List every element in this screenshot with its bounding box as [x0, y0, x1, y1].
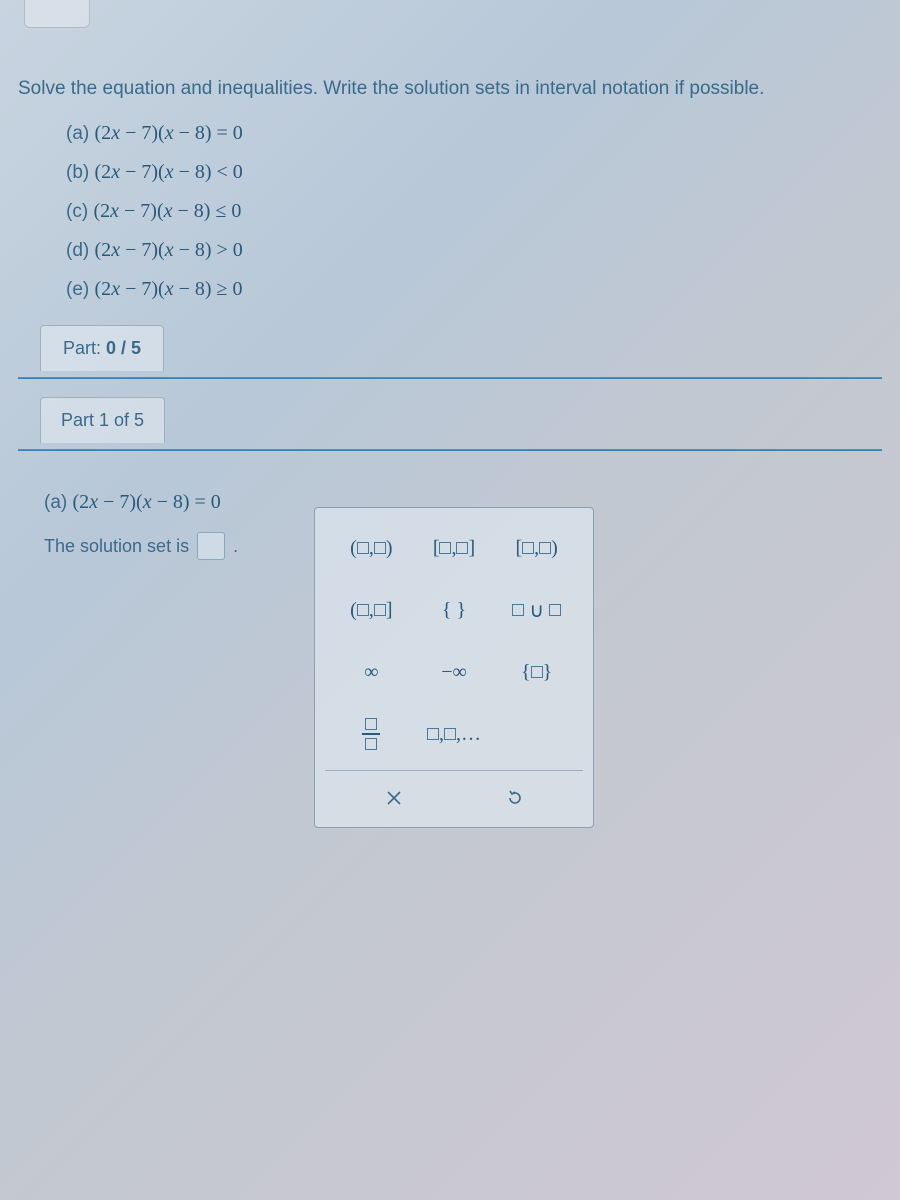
list-button[interactable]: ,,…	[419, 712, 489, 756]
divider-1	[18, 377, 882, 379]
problem-b: (b) (2x − 7)(x − 8) < 0	[66, 161, 882, 184]
infinity-button[interactable]: ∞	[336, 650, 406, 694]
interval-closed-closed-button[interactable]: [,]	[419, 526, 489, 570]
close-icon	[385, 789, 403, 807]
problem-c: (c) (2x − 7)(x − 8) ≤ 0	[66, 200, 882, 223]
answer-suffix: .	[233, 536, 238, 557]
interval-open-closed-button[interactable]: (,]	[336, 588, 406, 632]
reset-button[interactable]	[490, 781, 540, 815]
answer-area: (a) (2x − 7)(x − 8) = 0 The solution set…	[18, 451, 882, 560]
empty-braces-button[interactable]: { }	[419, 588, 489, 632]
problem-e-expr: (2x − 7)(x − 8) ≥ 0	[95, 278, 243, 300]
current-label: (a)	[44, 492, 67, 513]
part-header: Part 1 of 5	[40, 397, 165, 443]
problem-list: (a) (2x − 7)(x − 8) = 0 (b) (2x − 7)(x −…	[18, 122, 882, 301]
problem-d-label: (d)	[66, 240, 89, 261]
problem-a: (a) (2x − 7)(x − 8) = 0	[66, 122, 882, 145]
symbol-palette: (,) [,] [,) (,] { } ∪ ∞	[314, 507, 594, 828]
problem-b-expr: (2x − 7)(x − 8) < 0	[95, 161, 243, 183]
clear-button[interactable]	[369, 781, 419, 815]
palette-grid: (,) [,] [,) (,] { } ∪ ∞	[325, 520, 583, 770]
current-expr: (2x − 7)(x − 8) = 0	[73, 491, 221, 513]
instruction-text: Solve the equation and inequalities. Wri…	[18, 78, 882, 100]
problem-c-label: (c)	[66, 201, 88, 222]
undo-icon	[505, 788, 525, 808]
problem-a-label: (a)	[66, 123, 89, 144]
problem-d: (d) (2x − 7)(x − 8) > 0	[66, 239, 882, 262]
problem-e-label: (e)	[66, 279, 89, 300]
set-single-button[interactable]: {}	[502, 650, 572, 694]
problem-d-expr: (2x − 7)(x − 8) > 0	[95, 239, 243, 261]
problem-b-label: (b)	[66, 162, 89, 183]
progress-wrap: Part: 0 / 5	[18, 325, 882, 375]
progress-box[interactable]: Part: 0 / 5	[40, 325, 164, 371]
progress-prefix: Part:	[63, 338, 101, 358]
answer-input[interactable]	[197, 532, 225, 560]
union-button[interactable]: ∪	[502, 588, 572, 632]
problem-c-expr: (2x − 7)(x − 8) ≤ 0	[93, 200, 241, 222]
question-page: Solve the equation and inequalities. Wri…	[0, 0, 900, 560]
part-header-wrap: Part 1 of 5	[18, 397, 882, 449]
fraction-button[interactable]	[336, 712, 406, 756]
cutoff-ui-fragment	[24, 0, 90, 28]
interval-open-open-button[interactable]: (,)	[336, 526, 406, 570]
palette-footer	[325, 770, 583, 827]
interval-closed-open-button[interactable]: [,)	[502, 526, 572, 570]
part-section: Part 1 of 5 (a) (2x − 7)(x − 8) = 0 The …	[18, 397, 882, 560]
answer-prompt: The solution set is	[44, 536, 189, 557]
problem-a-expr: (2x − 7)(x − 8) = 0	[95, 122, 243, 144]
problem-e: (e) (2x − 7)(x − 8) ≥ 0	[66, 278, 882, 301]
neg-infinity-button[interactable]: −∞	[419, 650, 489, 694]
progress-value: 0 / 5	[106, 338, 141, 358]
